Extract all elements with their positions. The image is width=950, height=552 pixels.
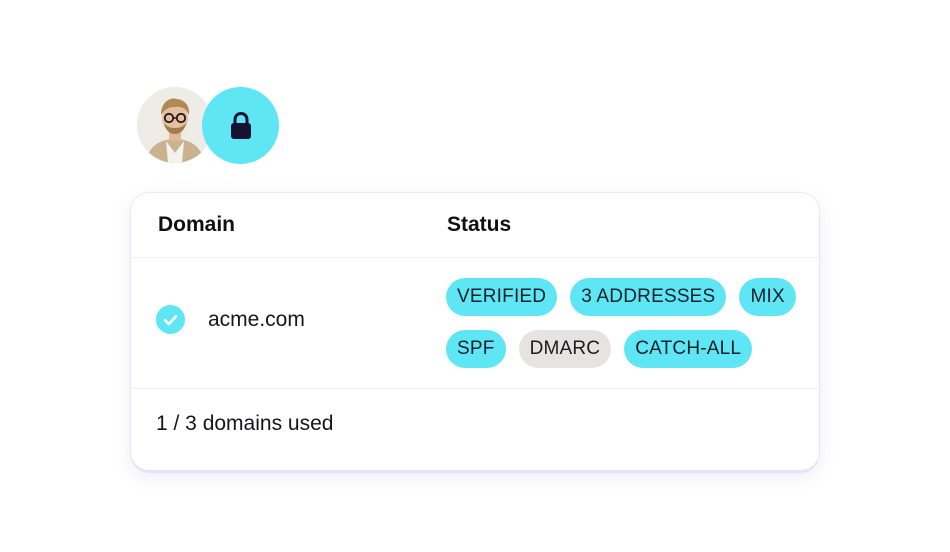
table-row[interactable]: acme.com VERIFIED 3 ADDRESSES MIX SPF DM…: [131, 258, 819, 389]
lock-icon: [202, 87, 279, 164]
column-header-status: Status: [447, 213, 512, 236]
domain-name[interactable]: acme.com: [208, 308, 305, 332]
table-header: Domain Status: [131, 193, 819, 258]
status-badge-mix: MIX: [739, 278, 796, 316]
status-badge-catch-all: CATCH-ALL: [624, 330, 753, 368]
status-badge-verified: VERIFIED: [446, 278, 558, 316]
status-badge-addresses: 3 ADDRESSES: [570, 278, 727, 316]
table-footer: 1 / 3 domains used: [131, 389, 819, 469]
status-badge-spf: SPF: [446, 330, 506, 368]
page: Domain Status acme.com VERIFIED 3 ADDRES…: [0, 0, 950, 552]
domains-usage-text: 1 / 3 domains used: [156, 412, 334, 435]
status-badge-dmarc: DMARC: [518, 330, 612, 368]
domains-card: Domain Status acme.com VERIFIED 3 ADDRES…: [131, 193, 819, 470]
check-circle-icon: [156, 305, 185, 334]
status-tags: VERIFIED 3 ADDRESSES MIX SPF DMARC CATCH…: [446, 278, 806, 368]
column-header-domain: Domain: [158, 213, 236, 236]
avatar-group: [137, 87, 282, 165]
